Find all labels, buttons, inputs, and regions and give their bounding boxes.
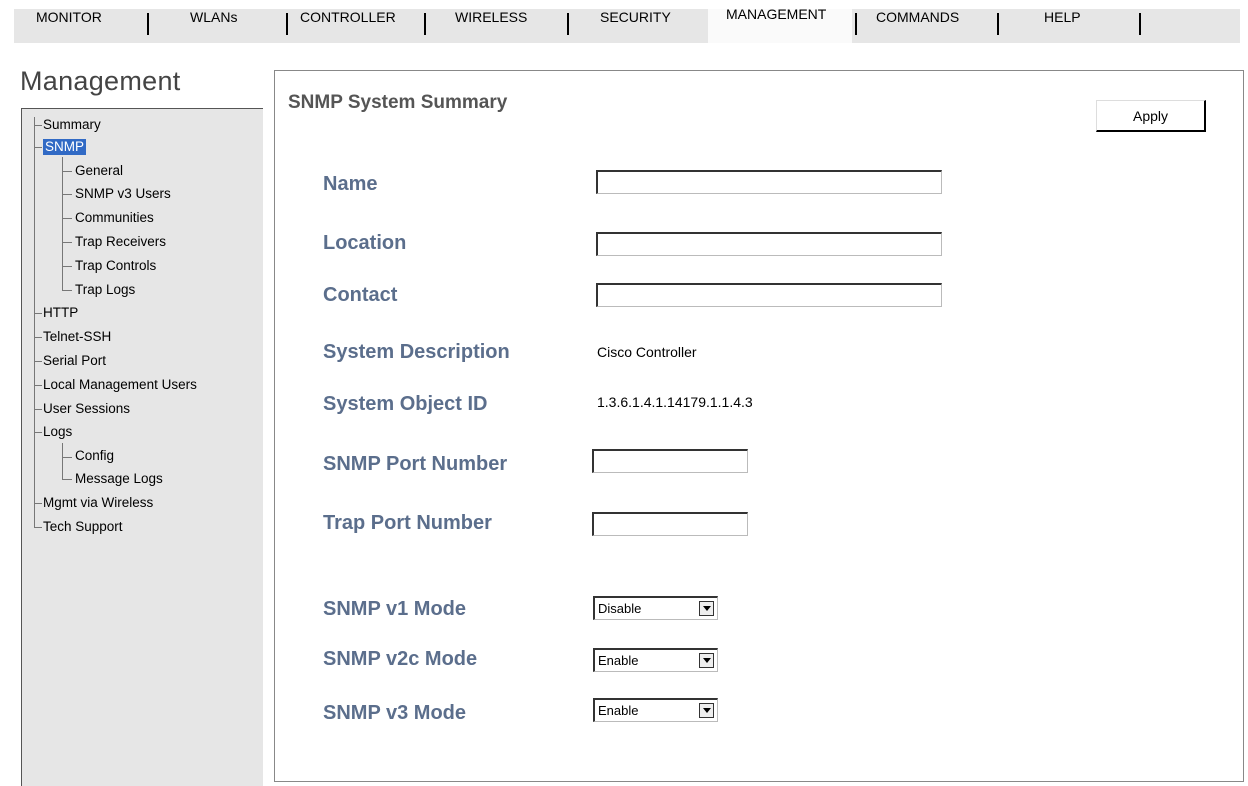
sidebar-item-serial-port[interactable]: Serial Port <box>43 353 106 369</box>
tab-wireless[interactable]: WIRELESS <box>455 9 527 25</box>
trap-port-number-input[interactable] <box>592 512 748 536</box>
tree-line <box>62 457 72 458</box>
tree-line <box>34 432 42 433</box>
sidebar-item-trap-receivers[interactable]: Trap Receivers <box>75 234 166 250</box>
tree-line <box>62 443 63 479</box>
page-title: SNMP System Summary <box>288 92 508 113</box>
tab-security[interactable]: SECURITY <box>600 9 671 25</box>
sidebar-item-tech-support[interactable]: Tech Support <box>43 519 123 535</box>
tab-separator <box>147 13 149 35</box>
tab-separator <box>424 13 426 35</box>
tab-controller[interactable]: CONTROLLER <box>300 9 396 25</box>
sidebar-item-snmp-v3-users[interactable]: SNMP v3 Users <box>75 186 171 202</box>
tree-line <box>62 290 72 291</box>
sidebar-title: Management <box>20 66 181 96</box>
tree-line <box>34 361 42 362</box>
contact-input[interactable] <box>596 283 942 307</box>
tree-line <box>62 194 72 195</box>
sidebar-item-http[interactable]: HTTP <box>43 305 78 321</box>
name-label: Name <box>323 173 378 195</box>
snmp-v3-mode-label: SNMP v3 Mode <box>323 702 466 724</box>
sidebar-tree: Summary SNMP General SNMP v3 Users Commu… <box>21 108 263 786</box>
snmp-v3-mode-select[interactable]: Enable <box>593 698 718 722</box>
sidebar-item-summary[interactable]: Summary <box>43 117 101 133</box>
sidebar-item-general[interactable]: General <box>75 163 123 179</box>
chevron-down-icon[interactable] <box>699 653 714 668</box>
tab-separator <box>997 13 999 35</box>
tab-management[interactable]: MANAGEMENT <box>726 6 826 22</box>
tree-line <box>34 117 35 527</box>
apply-button[interactable]: Apply <box>1096 100 1206 132</box>
tab-separator <box>855 13 857 35</box>
tab-separator <box>567 13 569 35</box>
tab-monitor[interactable]: MONITOR <box>36 9 102 25</box>
chevron-down-icon[interactable] <box>699 703 714 718</box>
tree-line <box>34 527 42 528</box>
snmp-v1-mode-value: Disable <box>598 601 642 616</box>
snmp-v1-mode-select[interactable]: Disable <box>593 596 718 620</box>
location-input[interactable] <box>596 232 942 256</box>
sidebar-item-communities[interactable]: Communities <box>75 210 154 226</box>
snmp-v3-mode-value: Enable <box>598 703 639 718</box>
tree-line <box>34 147 42 148</box>
tree-line <box>34 313 42 314</box>
sidebar-item-message-logs[interactable]: Message Logs <box>75 471 163 487</box>
sidebar-item-trap-logs[interactable]: Trap Logs <box>75 282 135 298</box>
tree-line <box>34 125 42 126</box>
snmp-v2c-mode-select[interactable]: Enable <box>593 648 718 672</box>
sidebar-item-trap-controls[interactable]: Trap Controls <box>75 258 156 274</box>
tree-line <box>34 409 42 410</box>
snmp-port-number-label: SNMP Port Number <box>323 453 508 475</box>
tab-separator <box>286 13 288 35</box>
system-object-id-value: 1.3.6.1.4.1.14179.1.1.4.3 <box>597 394 753 410</box>
sidebar-item-local-management-users[interactable]: Local Management Users <box>43 377 197 393</box>
tree-line <box>34 503 42 504</box>
tree-line <box>62 242 72 243</box>
system-description-label: System Description <box>323 341 510 363</box>
sidebar-item-telnet-ssh[interactable]: Telnet-SSH <box>43 329 111 345</box>
sidebar-item-mgmt-via-wireless[interactable]: Mgmt via Wireless <box>43 495 153 511</box>
location-label: Location <box>323 232 407 254</box>
tab-commands[interactable]: COMMANDS <box>876 9 959 25</box>
contact-label: Contact <box>323 284 398 306</box>
name-input[interactable] <box>596 170 942 194</box>
snmp-port-number-input[interactable] <box>592 449 748 473</box>
tree-line <box>62 218 72 219</box>
tree-line <box>62 266 72 267</box>
system-description-value: Cisco Controller <box>597 344 697 360</box>
sidebar-item-snmp[interactable]: SNMP <box>43 139 87 155</box>
tree-line <box>34 385 42 386</box>
tab-help[interactable]: HELP <box>1044 9 1081 25</box>
chevron-down-icon[interactable] <box>699 601 714 616</box>
sidebar-item-logs[interactable]: Logs <box>43 424 72 440</box>
tab-wlans[interactable]: WLANs <box>190 9 237 25</box>
tab-separator <box>1139 13 1141 35</box>
snmp-v1-mode-label: SNMP v1 Mode <box>323 598 466 620</box>
trap-port-number-label: Trap Port Number <box>323 512 492 534</box>
tree-line <box>62 157 63 291</box>
sidebar-item-config[interactable]: Config <box>75 448 114 464</box>
tree-line <box>62 479 72 480</box>
system-object-id-label: System Object ID <box>323 393 488 415</box>
snmp-v2c-mode-label: SNMP v2c Mode <box>323 648 478 670</box>
tree-line <box>34 337 42 338</box>
snmp-v2c-mode-value: Enable <box>598 653 639 668</box>
sidebar-item-user-sessions[interactable]: User Sessions <box>43 401 130 417</box>
tree-line <box>62 171 72 172</box>
